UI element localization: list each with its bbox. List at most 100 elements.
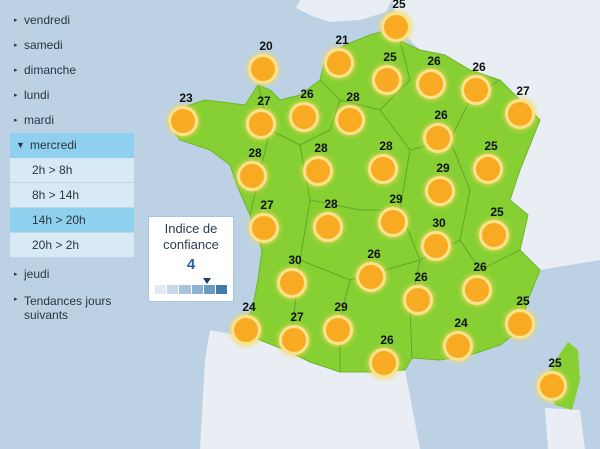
- nav-day-label: dimanche: [24, 63, 77, 77]
- sun-icon[interactable]: [446, 334, 470, 358]
- nav-day-lundi[interactable]: ▸ lundi: [10, 83, 134, 108]
- temperature-label: 29: [389, 192, 403, 206]
- temperature-label: 30: [288, 253, 302, 267]
- nav-day-label: lundi: [24, 88, 50, 102]
- nav-day-samedi[interactable]: ▸ samedi: [10, 33, 134, 58]
- chevron-right-icon: ▸: [14, 117, 18, 124]
- day-navigation: ▸ vendredi ▸ samedi ▸ dimanche ▸ lundi ▸ mard…: [10, 8, 134, 324]
- sun-icon[interactable]: [372, 351, 396, 375]
- temperature-label: 26: [472, 60, 486, 74]
- temperature-label: 25: [516, 294, 530, 308]
- sun-icon[interactable]: [249, 112, 273, 136]
- temperature-label: 26: [300, 87, 314, 101]
- weather-map-page: ▸ vendredi ▸ samedi ▸ dimanche ▸ lundi ▸ mard…: [0, 0, 600, 449]
- confidence-scale-step: [191, 285, 203, 294]
- sun-icon[interactable]: [252, 216, 276, 240]
- sun-icon[interactable]: [381, 210, 405, 234]
- confidence-scale-step: [203, 285, 215, 294]
- temperature-label: 21: [335, 33, 349, 47]
- temperature-label: 28: [324, 197, 338, 211]
- sun-icon[interactable]: [280, 271, 304, 295]
- nav-day-mardi[interactable]: ▸ mardi: [10, 108, 134, 133]
- nav-day-label: mardi: [24, 113, 55, 127]
- temperature-label: 29: [334, 300, 348, 314]
- temperature-label: 29: [436, 161, 450, 175]
- sun-icon[interactable]: [540, 374, 564, 398]
- sun-icon[interactable]: [292, 105, 316, 129]
- sun-icon[interactable]: [508, 312, 532, 336]
- sun-icon[interactable]: [375, 68, 399, 92]
- chevron-right-icon: ▸: [14, 92, 18, 99]
- temperature-label: 20: [259, 39, 273, 53]
- sun-icon[interactable]: [428, 179, 452, 203]
- sun-icon[interactable]: [465, 278, 489, 302]
- sun-icon[interactable]: [359, 265, 383, 289]
- temperature-label: 25: [484, 139, 498, 153]
- sun-icon[interactable]: [326, 318, 350, 342]
- nav-trends-label: Tendances jours suivants: [24, 294, 112, 322]
- temperature-label: 28: [346, 90, 360, 104]
- nav-day-dimanche[interactable]: ▸ dimanche: [10, 58, 134, 83]
- temperature-label: 26: [380, 333, 394, 347]
- sardinia-landmass: [545, 408, 585, 449]
- sun-icon[interactable]: [240, 164, 264, 188]
- sun-icon[interactable]: [234, 318, 258, 342]
- nav-day-label: jeudi: [24, 267, 50, 281]
- sun-icon[interactable]: [171, 109, 195, 133]
- temperature-label: 25: [383, 50, 397, 64]
- nav-day-vendredi[interactable]: ▸ vendredi: [10, 8, 134, 33]
- temperature-label: 24: [454, 316, 468, 330]
- temperature-label: 26: [367, 247, 381, 261]
- sun-icon[interactable]: [371, 157, 395, 181]
- confidence-value: 4: [186, 256, 196, 273]
- sun-icon[interactable]: [338, 108, 362, 132]
- nav-day-jeudi[interactable]: ▸ jeudi: [10, 262, 134, 287]
- temperature-label: 26: [427, 54, 441, 68]
- confidence-scale-step: [167, 285, 179, 294]
- temperature-label: 26: [434, 108, 448, 122]
- sun-icon[interactable]: [306, 159, 330, 183]
- sun-icon[interactable]: [406, 288, 430, 312]
- sun-icon[interactable]: [327, 51, 351, 75]
- sun-icon[interactable]: [424, 234, 448, 258]
- sun-icon[interactable]: [464, 78, 488, 102]
- period-option[interactable]: 2h > 8h: [10, 158, 134, 183]
- temperature-label: 24: [242, 300, 256, 314]
- temperature-label: 28: [314, 141, 328, 155]
- confidence-title: Indice de confiance: [163, 221, 219, 252]
- period-option[interactable]: 20h > 2h: [10, 233, 134, 258]
- uk-landmass: [296, 0, 392, 22]
- sun-icon[interactable]: [419, 72, 443, 96]
- temperature-label: 27: [516, 84, 530, 98]
- confidence-index-box: Indice de confiance 4: [148, 216, 234, 302]
- period-option-selected[interactable]: 14h > 20h: [10, 208, 134, 233]
- confidence-pointer-icon: [203, 278, 211, 284]
- period-label: 8h > 14h: [32, 188, 80, 202]
- nav-day-label: samedi: [24, 38, 63, 52]
- period-label: 20h > 2h: [32, 238, 80, 252]
- nav-day-mercredi[interactable]: ▼ mercredi: [10, 133, 134, 158]
- sun-icon[interactable]: [316, 215, 340, 239]
- sun-icon[interactable]: [251, 57, 275, 81]
- sun-icon[interactable]: [426, 126, 450, 150]
- chevron-right-icon: ▸: [14, 67, 18, 74]
- period-option[interactable]: 8h > 14h: [10, 183, 134, 208]
- temperature-label: 27: [290, 310, 304, 324]
- chevron-right-icon: ▸: [14, 296, 18, 303]
- temperature-label: 26: [473, 260, 487, 274]
- temperature-label: 23: [179, 91, 193, 105]
- chevron-right-icon: ▸: [14, 17, 18, 24]
- temperature-label: 28: [248, 146, 262, 160]
- sun-icon[interactable]: [508, 102, 532, 126]
- sun-icon[interactable]: [476, 157, 500, 181]
- temperature-label: 26: [414, 270, 428, 284]
- period-label: 14h > 20h: [32, 213, 86, 227]
- temperature-label: 30: [432, 216, 446, 230]
- chevron-right-icon: ▸: [14, 42, 18, 49]
- nav-trends[interactable]: ▸ Tendances jours suivants: [10, 287, 124, 324]
- temperature-label: 25: [490, 205, 504, 219]
- sun-icon[interactable]: [282, 328, 306, 352]
- confidence-scale-step: [215, 285, 228, 294]
- sun-icon[interactable]: [482, 223, 506, 247]
- sun-icon[interactable]: [384, 15, 408, 39]
